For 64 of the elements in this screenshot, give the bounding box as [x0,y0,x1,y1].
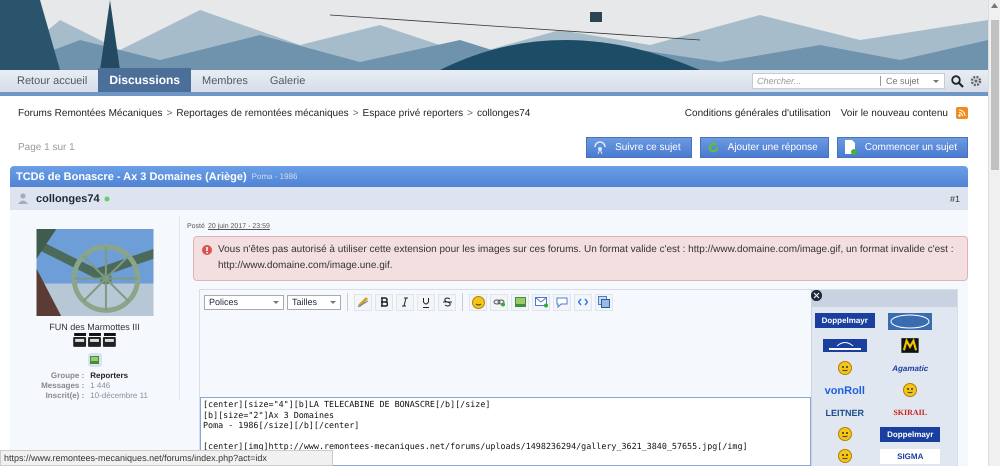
author-name[interactable]: collonges74 [36,192,100,204]
logo[interactable]: SIGMA [880,449,940,464]
rank-icon [72,333,116,348]
header-link[interactable]: Voir le nouveau contenu [840,108,948,118]
error-icon [202,245,212,255]
status-url: https://www.remontees-mecaniques.net/forums/index.php?act=idx [0,450,333,466]
field-value: Reporters [90,370,130,380]
font-select[interactable]: Polices [204,294,284,310]
logo[interactable]: vonRoll [814,383,875,398]
bold-icon[interactable] [375,294,393,310]
logo[interactable]: Agamatic [880,361,940,376]
nav-tab[interactable]: Discussions [98,68,192,92]
logo[interactable]: Doppelmayr [814,313,875,328]
copy-icon[interactable] [595,294,613,310]
search-icon[interactable] [951,74,964,88]
logo-icon[interactable] [822,337,867,354]
field-label: Messages : [41,380,84,390]
field-label: Inscrit(e) : [44,390,84,400]
header-link[interactable]: Conditions générales d'utilisation [684,108,831,118]
breadcrumb-link[interactable]: Espace privé reporters [362,108,464,118]
nav-tab[interactable]: Retour accueil [6,70,98,92]
quote-icon[interactable] [553,294,571,310]
underline-icon[interactable] [417,294,435,310]
breadcrumb-link[interactable]: Forums Remontées Mécaniques [18,108,163,118]
smiley-icon[interactable] [838,427,852,441]
post-number[interactable]: #1 [950,194,960,204]
settings-icon[interactable] [970,75,982,87]
broadcast-icon [593,140,608,154]
pagination-text: Page 1 sur 1 [18,142,75,152]
logo[interactable]: Doppelmayr [880,427,940,442]
error-text: Vous n'êtes pas autorisé à utiliser cette extension pour les images sur ces forums. Un format valide c'est : http://www.domaine.com/image.gif, un format invalide c'est : http://www.domaine.com/image.une.gif. [218,243,955,273]
user-icon [18,193,28,204]
breadcrumb-separator: > [166,108,172,118]
field-value: 10-décembre 11 [90,390,148,400]
smiley-icon[interactable] [903,383,918,397]
status-dot-icon [104,196,110,202]
breadcrumb-separator: > [352,108,359,118]
new-document-icon [844,140,857,154]
smiley-icon[interactable] [838,449,852,463]
size-select[interactable]: Tailles [287,294,341,310]
image-icon[interactable] [511,294,529,310]
field-label: Groupe : [50,370,84,380]
gallery-icon[interactable] [88,353,102,367]
member-title: FUN des Marmottes III [49,322,140,332]
strikethrough-icon[interactable] [438,294,456,310]
logo[interactable]: SKIRAIL [880,405,940,420]
breadcrumb-link[interactable]: Reportages de remontées mécaniques [176,108,349,118]
italic-icon[interactable] [396,294,414,310]
scroll-up-icon[interactable] [991,3,998,8]
breadcrumb-link[interactable]: collonges74 [476,108,530,118]
nav-tab[interactable]: Membres [191,70,259,92]
nav-tab[interactable]: Galerie [258,70,316,92]
topic-description: Poma - 1986 [252,172,298,181]
topic-title: TCD6 de Bonascre - Ax 3 Domaines (Ariège) [16,170,247,182]
email-icon[interactable] [532,294,550,310]
breadcrumb-separator: > [467,108,473,118]
logo[interactable]: LEITNER [814,405,875,420]
smiley-icon[interactable] [838,361,852,375]
link-icon[interactable] [490,294,508,310]
refresh-icon [706,140,720,154]
format-icon[interactable] [354,294,372,310]
code-icon[interactable] [574,294,592,310]
field-value: 1 446 [90,380,112,390]
scrollbar-thumb[interactable] [990,20,998,170]
